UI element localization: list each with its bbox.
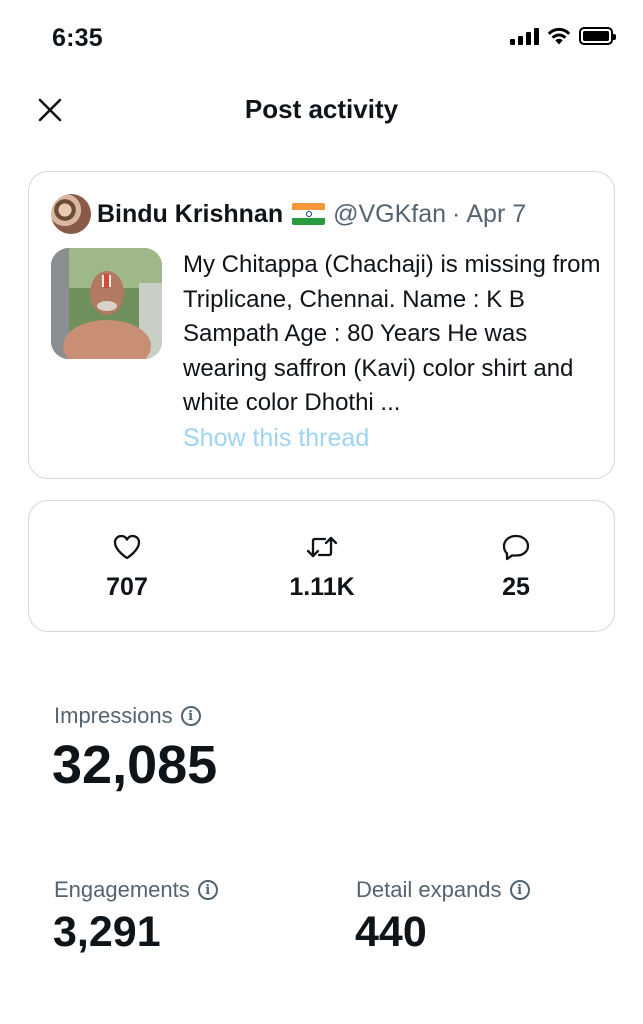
impressions-label: Impressions i [54,703,201,729]
info-icon[interactable]: i [509,880,530,900]
repost-icon [306,536,338,558]
avatar[interactable] [51,194,91,234]
replies-stat[interactable]: 25 [456,531,576,602]
show-thread-link[interactable]: Show this thread [183,424,369,453]
header: Post activity [0,82,643,138]
engagements-label: Engagements i [54,877,218,903]
post-header: Bindu Krishnan @VGKfan · Apr 7 [51,194,526,234]
engagement-stats-card: 707 1.11K 25 [28,500,615,632]
heart-icon [113,534,141,560]
engagements-value: 3,291 [53,908,161,956]
impressions-label-text: Impressions [54,703,173,728]
post-card[interactable]: Bindu Krishnan @VGKfan · Apr 7 My Chitap… [28,171,615,479]
status-time: 6:35 [52,24,103,52]
detail-expands-label-text: Detail expands [356,877,502,902]
meta-separator: · [452,199,461,228]
likes-stat[interactable]: 707 [67,531,187,602]
info-icon[interactable]: i [180,706,201,726]
india-flag-icon [292,203,326,225]
impressions-value: 32,085 [52,735,218,795]
status-icons [510,27,616,45]
wifi-icon [547,27,571,45]
detail-expands-label: Detail expands i [356,877,530,903]
likes-count: 707 [106,573,148,601]
reply-icon [502,534,530,561]
author-handle[interactable]: @VGKfan [333,200,446,229]
status-bar: 6:35 [0,0,643,78]
post-image-thumbnail[interactable] [51,248,162,359]
replies-count: 25 [502,573,530,601]
post-text: My Chitappa (Chachaji) is missing from T… [183,251,601,416]
author-name[interactable]: Bindu Krishnan [97,200,283,229]
info-icon[interactable]: i [197,880,218,900]
cellular-signal-icon [510,27,539,45]
page-title: Post activity [244,94,399,124]
reposts-stat[interactable]: 1.11K [262,531,382,602]
detail-expands-value: 440 [355,908,427,956]
reposts-count: 1.11K [289,573,355,601]
post-date: Apr 7 [466,199,527,228]
post-photo [51,248,162,359]
battery-icon [579,27,616,45]
engagements-label-text: Engagements [54,877,190,902]
